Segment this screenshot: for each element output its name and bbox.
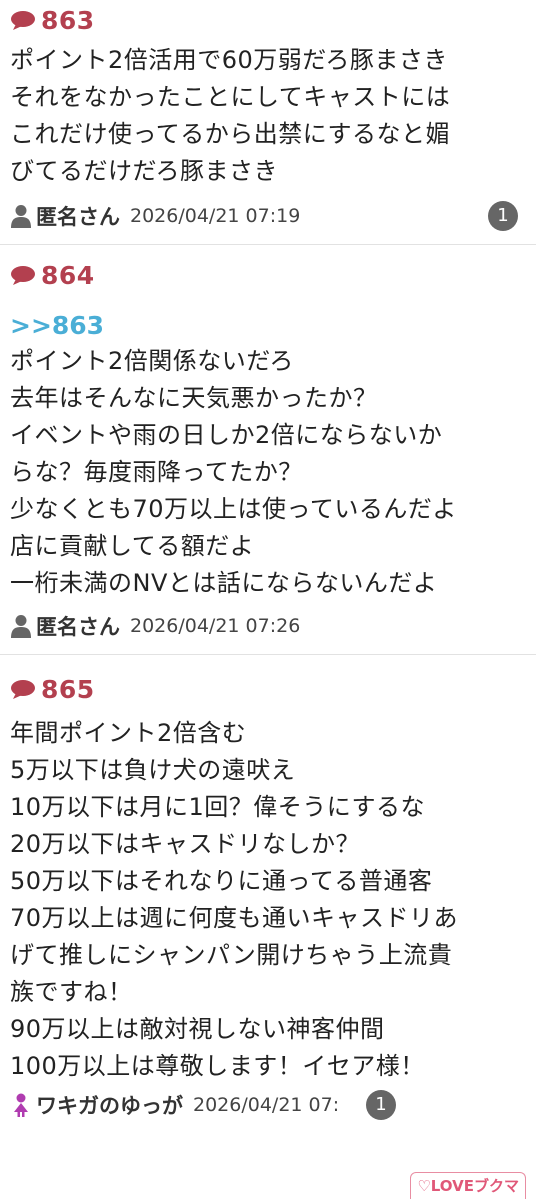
post-863: 863 ポイント2倍活用で60万弱だろ豚まさき それをなかったことにしてキャスト… xyxy=(0,0,536,236)
post-line: 70万以上は週に何度も通いキャスドリあ xyxy=(10,904,459,932)
post-number[interactable]: 864 xyxy=(41,261,95,290)
reply-count-badge[interactable]: 1 xyxy=(488,201,518,231)
author-name: 匿名さん xyxy=(36,615,120,639)
post-meta: ワキガのゆっが 2026/04/21 07: 1 xyxy=(10,1085,526,1125)
post-line: 族ですね！ xyxy=(10,978,133,1006)
post-body: ポイント2倍活用で60万弱だろ豚まさき それをなかったことにしてキャストには こ… xyxy=(10,40,526,190)
post-line: らな？毎度雨降ってたか？ xyxy=(10,458,303,486)
post-line: 100万以上は尊敬します！イセア様！ xyxy=(10,1052,425,1080)
author-name: ワキガのゆっが xyxy=(36,1094,183,1118)
speech-bubble-icon xyxy=(11,680,35,699)
post-line: 10万以下は月に1回？偉そうにするな xyxy=(10,793,426,821)
reply-count-badge[interactable]: 1 xyxy=(366,1090,396,1120)
female-icon xyxy=(14,1093,28,1117)
post-date: 2026/04/21 07:26 xyxy=(130,615,301,637)
heart-icon: ♡ xyxy=(417,1177,431,1195)
author-name: 匿名さん xyxy=(36,205,120,229)
post-line: 20万以下はキャスドリなしか？ xyxy=(10,830,361,858)
post-line: 90万以上は敵対視しない神客仲間 xyxy=(10,1015,385,1043)
post-number[interactable]: 863 xyxy=(41,6,95,35)
post-line: 50万以下はそれなりに通ってる普通客 xyxy=(10,867,433,895)
post-number-row: 864 xyxy=(10,255,526,295)
post-line: 去年はそんなに天気悪かったか？ xyxy=(10,384,378,412)
love-bookmark-label: LOVEブクマ xyxy=(430,1177,519,1195)
reply-anchor-link[interactable]: >>863 xyxy=(10,309,526,343)
post-meta: 匿名さん 2026/04/21 07:26 xyxy=(10,606,526,646)
speech-bubble-icon xyxy=(11,266,35,285)
post-line: 一桁未満のNVとは話にならないんだよ xyxy=(10,569,438,597)
post-line: それをなかったことにしてキャストには xyxy=(10,83,451,111)
post-date: 2026/04/21 07:19 xyxy=(130,205,301,227)
post-number-row: 865 xyxy=(10,669,526,709)
post-number[interactable]: 865 xyxy=(41,675,95,704)
post-line: 少なくとも70万以上は使っているんだよ xyxy=(10,495,457,523)
person-icon xyxy=(11,205,31,228)
person-icon xyxy=(11,615,31,638)
post-line: イベントや雨の日しか2倍にならないか xyxy=(10,421,443,449)
post-line: びてるだけだろ豚まさき xyxy=(10,157,279,185)
post-body: ポイント2倍関係ないだろ 去年はそんなに天気悪かったか？ イベントや雨の日しか2… xyxy=(10,343,526,602)
speech-bubble-icon xyxy=(11,11,35,30)
post-line: げて推しにシャンパン開けちゃう上流貴 xyxy=(10,941,453,969)
post-line: ポイント2倍関係ないだろ xyxy=(10,347,294,375)
post-line: 店に貢献してる額だよ xyxy=(10,532,255,560)
love-bookmark-button[interactable]: ♡LOVEブクマ xyxy=(410,1172,526,1199)
post-date: 2026/04/21 07: xyxy=(193,1094,340,1116)
post-864: 864 >>863 ポイント2倍関係ないだろ 去年はそんなに天気悪かったか？ イ… xyxy=(0,244,536,646)
post-body: 年間ポイント2倍含む 5万以下は負け犬の遠吠え 10万以下は月に1回？偉そうにす… xyxy=(10,709,526,1085)
post-865: 865 年間ポイント2倍含む 5万以下は負け犬の遠吠え 10万以下は月に1回？偉… xyxy=(0,654,536,1155)
post-line: 5万以下は負け犬の遠吠え xyxy=(10,756,296,784)
post-number-row: 863 xyxy=(10,0,526,40)
post-line: ポイント2倍活用で60万弱だろ豚まさき xyxy=(10,46,448,74)
post-line: 年間ポイント2倍含む xyxy=(10,719,247,747)
post-meta: 匿名さん 2026/04/21 07:19 1 xyxy=(10,196,526,236)
post-line: これだけ使ってるから出禁にするなと媚 xyxy=(10,120,451,148)
